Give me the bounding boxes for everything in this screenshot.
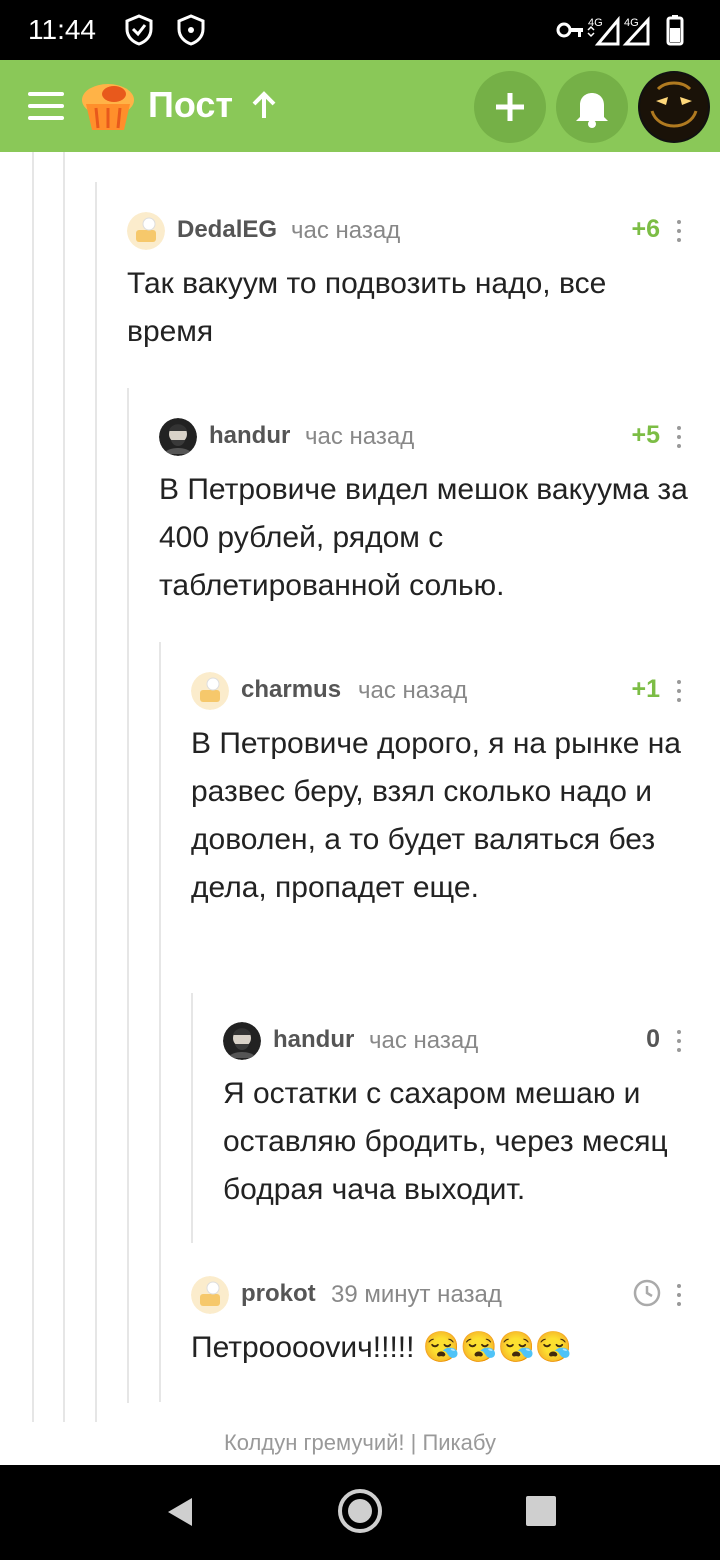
avatar[interactable] <box>191 1276 229 1314</box>
avatar[interactable] <box>191 672 229 710</box>
status-bar: 11:44 4G 4G <box>0 0 720 60</box>
app-bar: Пост <box>0 60 720 152</box>
comment-rating: +5 <box>631 421 660 449</box>
comment-text: Петрооооvич!!!!! 😪😪😪😪 <box>191 1331 573 1364</box>
default-avatar-icon <box>191 672 229 710</box>
status-time: 11:44 <box>28 14 96 45</box>
avatar[interactable] <box>127 212 165 250</box>
comment-username[interactable]: DedalEG <box>177 216 277 244</box>
recents-icon[interactable] <box>522 1492 562 1532</box>
home-icon[interactable] <box>336 1487 384 1535</box>
page-title: Пост <box>148 84 234 125</box>
comment-username[interactable]: charmus <box>241 676 341 704</box>
notifications-button[interactable] <box>556 71 628 143</box>
more-icon[interactable] <box>676 426 682 448</box>
thread-line <box>95 182 97 1422</box>
comment-text: Так вакуум то подвозить надо, все время <box>127 267 607 348</box>
back-icon[interactable] <box>160 1492 200 1532</box>
comment-rating: +6 <box>631 215 660 243</box>
thread-line <box>127 388 129 1403</box>
shield-check-icon <box>125 14 153 46</box>
thread-line <box>63 152 65 1422</box>
shield-lock-icon <box>177 14 205 46</box>
comment-text: В Петровиче видел мешок вакуума за 400 р… <box>159 473 688 602</box>
bell-icon <box>576 93 608 128</box>
comment-time: час назад <box>291 217 401 244</box>
comment: handur час назад +5 В Петровиче видел ме… <box>159 416 690 610</box>
status-right: 4G 4G <box>556 14 696 46</box>
more-icon[interactable] <box>676 1284 682 1306</box>
comment-rating: 0 <box>646 1025 660 1053</box>
comment-time: час назад <box>369 1027 479 1054</box>
comment-time: 39 минут назад <box>331 1281 502 1308</box>
clock-icon <box>633 1279 661 1307</box>
svg-text:4G: 4G <box>624 17 639 29</box>
hamburger-menu-icon[interactable] <box>28 92 64 120</box>
default-avatar-icon <box>191 1276 229 1314</box>
comment-text: В Петровиче дорого, я на рынке на развес… <box>191 727 681 904</box>
comment: handur час назад 0 Я остатки с сахаром м… <box>223 1020 690 1214</box>
signal-battery-icons: 4G 4G <box>556 15 684 46</box>
comment: DedalEG час назад +6 Так вакуум то подво… <box>127 210 690 356</box>
more-icon[interactable] <box>676 220 682 242</box>
thread-line <box>32 152 34 1422</box>
comment-username[interactable]: handur <box>209 422 290 450</box>
comment-time: час назад <box>305 423 415 450</box>
comment: prokot 39 минут назад Петрооооvич!!!!! 😪… <box>191 1274 690 1372</box>
comment-rating: +1 <box>631 675 660 703</box>
footer-text: Колдун гремучий! | Пикабу <box>223 1430 497 1455</box>
comment-username[interactable]: prokot <box>241 1280 316 1308</box>
add-post-button[interactable] <box>474 71 546 143</box>
comment-text: Я остатки с сахаром мешаю и оставляю бро… <box>223 1077 668 1206</box>
more-icon[interactable] <box>676 680 682 702</box>
plus-icon <box>496 93 524 121</box>
more-icon[interactable] <box>676 1030 682 1052</box>
navigation-bar <box>0 1465 720 1560</box>
pikabu-logo-icon[interactable] <box>80 78 136 134</box>
thread-line <box>159 642 161 1402</box>
thread-line <box>191 993 193 1243</box>
comment-time: час назад <box>358 677 468 704</box>
user-avatar[interactable] <box>638 71 710 143</box>
avatar[interactable] <box>159 418 197 456</box>
avatar[interactable] <box>223 1022 261 1060</box>
comment-username[interactable]: handur <box>273 1026 354 1054</box>
default-avatar-icon <box>127 212 165 250</box>
comment: charmus час назад +1 В Петровиче дорого,… <box>191 670 690 912</box>
arrow-up-icon[interactable] <box>250 90 278 120</box>
